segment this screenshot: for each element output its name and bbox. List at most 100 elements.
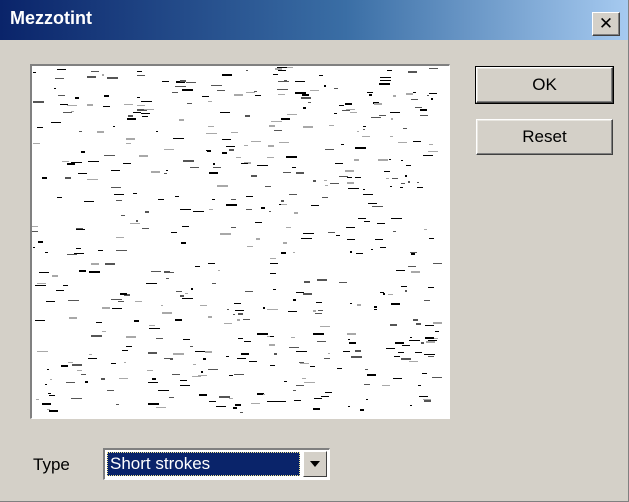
mezzotint-stroke — [91, 263, 99, 265]
mezzotint-stroke — [435, 331, 439, 332]
mezzotint-stroke — [39, 272, 49, 273]
mezzotint-stroke — [371, 117, 381, 118]
ok-button-label: OK — [532, 75, 557, 94]
type-dropdown[interactable]: Short strokes — [103, 448, 330, 480]
mezzotint-stroke — [229, 398, 233, 399]
type-label: Type — [33, 455, 70, 474]
mezzotint-stroke — [321, 396, 329, 397]
mezzotint-stroke — [62, 161, 69, 162]
mezzotint-stroke — [231, 199, 236, 200]
mezzotint-stroke — [420, 115, 428, 116]
mezzotint-stroke — [205, 351, 212, 353]
mezzotint-stroke — [45, 252, 48, 253]
mezzotint-stroke — [183, 160, 194, 162]
mezzotint-stroke — [343, 351, 350, 352]
mezzotint-stroke — [411, 271, 420, 273]
ok-button[interactable]: OK — [475, 66, 614, 104]
mezzotint-stroke — [334, 113, 337, 114]
mezzotint-stroke — [424, 300, 430, 301]
mezzotint-stroke — [107, 77, 118, 79]
mezzotint-stroke — [278, 94, 285, 95]
mezzotint-stroke — [175, 196, 179, 197]
mezzotint-stroke — [116, 237, 124, 238]
mezzotint-stroke — [227, 309, 229, 310]
mezzotint-stroke — [380, 247, 386, 248]
type-selected-value[interactable]: Short strokes — [107, 452, 300, 476]
mezzotint-stroke — [126, 346, 132, 347]
mezzotint-stroke — [130, 223, 140, 224]
mezzotint-stroke — [37, 127, 43, 128]
mezzotint-stroke — [144, 109, 154, 110]
mezzotint-stroke — [255, 95, 261, 96]
mezzotint-stroke — [411, 253, 415, 255]
mezzotint-stroke — [156, 131, 158, 132]
mezzotint-stroke — [126, 138, 135, 140]
mezzotint-stroke — [377, 223, 385, 224]
mezzotint-stroke — [176, 291, 182, 292]
close-button[interactable]: ✕ — [592, 12, 620, 36]
mezzotint-stroke — [180, 295, 184, 297]
mezzotint-stroke — [180, 380, 187, 381]
mezzotint-stroke — [350, 251, 352, 253]
mezzotint-stroke — [410, 405, 412, 406]
mezzotint-stroke — [372, 206, 383, 207]
mezzotint-stroke — [139, 155, 148, 157]
mezzotint-stroke — [79, 270, 86, 272]
mezzotint-stroke — [420, 109, 427, 111]
mezzotint-stroke — [390, 324, 397, 326]
mezzotint-stroke — [161, 305, 163, 306]
mezzotint-stroke — [374, 309, 377, 310]
mezzotint-stroke — [51, 122, 61, 123]
mezzotint-stroke — [172, 92, 178, 93]
mezzotint-stroke — [429, 238, 434, 239]
mezzotint-stroke — [356, 253, 363, 254]
mezzotint-stroke — [185, 293, 188, 294]
mezzotint-stroke — [148, 352, 157, 354]
mezzotint-stroke — [270, 365, 275, 366]
mezzotint-stroke — [209, 209, 213, 210]
mezzotint-stroke — [234, 303, 241, 304]
mezzotint-stroke — [102, 331, 106, 332]
mezzotint-stroke — [246, 209, 252, 210]
mezzotint-stroke — [63, 285, 68, 286]
title-bar[interactable]: Mezzotint ✕ — [0, 0, 628, 40]
mezzotint-stroke — [79, 131, 82, 132]
mezzotint-stroke — [218, 270, 220, 271]
mezzotint-stroke — [208, 369, 218, 370]
mezzotint-stroke — [416, 323, 421, 325]
chevron-down-icon — [310, 461, 320, 467]
mezzotint-stroke — [134, 320, 139, 322]
mezzotint-stroke — [267, 309, 278, 310]
reset-button[interactable]: Reset — [476, 119, 613, 155]
mezzotint-stroke — [60, 104, 68, 105]
mezzotint-stroke — [283, 242, 287, 244]
mezzotint-stroke — [300, 363, 309, 364]
mezzotint-stroke — [182, 226, 189, 227]
mezzotint-stroke — [186, 82, 196, 83]
dropdown-arrow-button[interactable] — [303, 451, 327, 477]
mezzotint-stroke — [97, 131, 104, 133]
mezzotint-stroke — [137, 97, 140, 98]
mezzotint-stroke — [330, 183, 339, 184]
mezzotint-stroke — [42, 403, 51, 405]
mezzotint-stroke — [289, 347, 299, 348]
mezzotint-stroke — [42, 177, 47, 179]
mezzotint-stroke — [124, 362, 126, 363]
mezzotint-stroke — [295, 92, 306, 94]
mezzotint-stroke — [313, 408, 320, 410]
mezzotint-stroke — [425, 325, 434, 326]
mezzotint-stroke — [68, 300, 79, 301]
mezzotint-stroke — [267, 157, 274, 158]
mezzotint-stroke — [281, 118, 290, 120]
mezzotint-stroke — [89, 271, 100, 273]
mezzotint-stroke — [192, 376, 201, 377]
mezzotint-stroke — [54, 88, 56, 89]
mezzotint-stroke — [158, 390, 169, 391]
mezzotint-stroke — [50, 379, 52, 380]
mezzotint-stroke — [141, 113, 150, 114]
mezzotint-stroke — [349, 342, 356, 344]
mezzotint-stroke — [164, 272, 174, 273]
mezzotint-stroke — [240, 412, 243, 413]
mezzotint-stroke — [173, 138, 184, 139]
mezzotint-stroke — [334, 88, 338, 89]
